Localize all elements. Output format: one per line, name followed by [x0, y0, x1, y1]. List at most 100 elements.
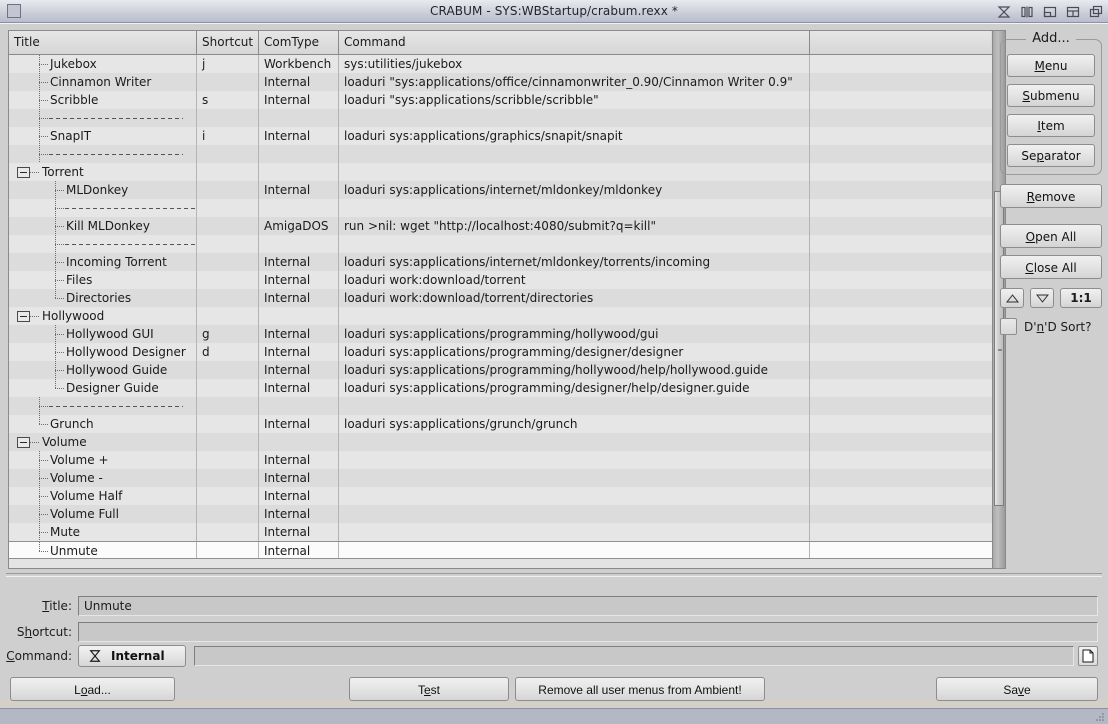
- item-title: Volume Full: [50, 507, 119, 521]
- tree-collapse-icon[interactable]: [17, 436, 30, 448]
- close-all-button[interactable]: Close All: [1000, 255, 1102, 279]
- table-row[interactable]: Hollywood: [9, 307, 992, 325]
- cell-pad: [810, 145, 991, 163]
- column-header-comtype[interactable]: ComType: [259, 31, 339, 54]
- tree-connector: [31, 91, 49, 109]
- cell-comtype: Internal: [259, 271, 339, 289]
- cell-title: Scribble: [9, 91, 197, 109]
- table-row[interactable]: [9, 145, 992, 163]
- cell-title: Hollywood GUI: [9, 325, 197, 343]
- add-submenu-button[interactable]: Submenu: [1007, 84, 1095, 107]
- column-header-title[interactable]: Title: [9, 31, 197, 54]
- main-panel: Title Shortcut ComType Command Jukebox j Work…: [0, 23, 1108, 724]
- command-input[interactable]: [194, 646, 1074, 666]
- remove-all-menus-button[interactable]: Remove all user menus from Ambient!: [515, 677, 765, 701]
- table-row[interactable]: [9, 109, 992, 127]
- command-file-picker-button[interactable]: [1078, 646, 1098, 666]
- table-row[interactable]: Grunch Internal loaduri sys:applications/g…: [9, 415, 992, 433]
- item-title: Cinnamon Writer: [50, 75, 152, 89]
- cell-title: [9, 145, 197, 163]
- table-row[interactable]: Designer Guide Internal loaduri sys:applic…: [9, 379, 992, 397]
- cell-command: [339, 523, 810, 541]
- table-row[interactable]: Incoming Torrent Internal loaduri sys:appl…: [9, 253, 992, 271]
- test-button[interactable]: Test: [349, 677, 509, 701]
- dnd-sort-row: D'n'D Sort?: [1000, 318, 1102, 335]
- tree-connector: [31, 451, 49, 469]
- table-row[interactable]: Scribble s Internal loaduri "sys:applicatio…: [9, 91, 992, 109]
- resize-grip-icon[interactable]: [1095, 712, 1105, 722]
- ratio-button[interactable]: 1:1: [1060, 288, 1102, 308]
- snapshot-gadget[interactable]: [1019, 4, 1035, 20]
- cell-shortcut: [197, 523, 259, 541]
- item-title: Directories: [66, 291, 132, 305]
- tree-connector: [31, 505, 49, 523]
- table-row[interactable]: Directories Internal loaduri work:download…: [9, 289, 992, 307]
- table-row[interactable]: Cinnamon Writer Internal loaduri "sys:appl…: [9, 73, 992, 91]
- table-row[interactable]: Files Internal loaduri work:download/torre…: [9, 271, 992, 289]
- cell-command: [339, 235, 810, 253]
- table-row[interactable]: Mute Internal: [9, 523, 992, 541]
- cell-pad: [810, 379, 991, 397]
- tree-collapse-icon[interactable]: [17, 310, 30, 322]
- cell-pad: [810, 415, 991, 433]
- add-menu-button[interactable]: Menu: [1007, 54, 1095, 77]
- remove-button[interactable]: Remove: [1000, 184, 1102, 208]
- table-row[interactable]: [9, 235, 992, 253]
- table-row[interactable]: Volume Half Internal: [9, 487, 992, 505]
- load-button[interactable]: Load...: [10, 677, 175, 701]
- cell-pad: [810, 361, 991, 379]
- cell-pad: [810, 307, 991, 325]
- cell-comtype: Internal: [259, 469, 339, 487]
- column-header-shortcut[interactable]: Shortcut: [197, 31, 259, 54]
- add-item-button[interactable]: Item: [1007, 114, 1095, 137]
- table-row[interactable]: Hollywood GUI g Internal loaduri sys:applic…: [9, 325, 992, 343]
- table-row[interactable]: Unmute Internal: [9, 541, 992, 559]
- table-row[interactable]: SnapIT i Internal loaduri sys:applications/…: [9, 127, 992, 145]
- table-row[interactable]: Volume + Internal: [9, 451, 992, 469]
- tree-collapse-icon[interactable]: [17, 166, 30, 178]
- detail-form: Title: Unmute Shortcut: Command: Interna…: [0, 573, 1108, 669]
- cell-shortcut: [197, 361, 259, 379]
- file-icon: [1082, 649, 1094, 663]
- iconify-gadget[interactable]: [996, 4, 1012, 20]
- dnd-sort-checkbox[interactable]: [1000, 318, 1017, 335]
- open-all-button[interactable]: Open All: [1000, 224, 1102, 248]
- maximize-gadget[interactable]: [1065, 4, 1081, 20]
- table-row[interactable]: Torrent: [9, 163, 992, 181]
- cell-comtype: Internal: [259, 487, 339, 505]
- table-row[interactable]: Volume: [9, 433, 992, 451]
- table-row[interactable]: Volume Full Internal: [9, 505, 992, 523]
- cell-shortcut: [197, 181, 259, 199]
- table-row[interactable]: Hollywood Guide Internal loaduri sys:appli…: [9, 361, 992, 379]
- tree-connector: [31, 415, 49, 433]
- tree-connector: [47, 343, 65, 361]
- save-button[interactable]: Save: [936, 677, 1098, 701]
- item-title: Hollywood Guide: [66, 363, 168, 377]
- table-row[interactable]: Jukebox j Workbench sys:utilities/jukebox: [9, 55, 992, 73]
- table-row[interactable]: Volume - Internal: [9, 469, 992, 487]
- table-row[interactable]: Hollywood Designer d Internal loaduri sys:a…: [9, 343, 992, 361]
- list-body[interactable]: Jukebox j Workbench sys:utilities/jukebox Ci…: [9, 55, 992, 568]
- window-gadget-group: [996, 2, 1104, 21]
- sidebar: Add... Menu Submenu Item Separator Remov…: [1000, 30, 1102, 335]
- move-down-button[interactable]: [1030, 288, 1054, 308]
- tree-connector: [47, 361, 65, 379]
- table-row[interactable]: Kill MLDonkey AmigaDOS run >nil: wget "htt…: [9, 217, 992, 235]
- table-row[interactable]: [9, 199, 992, 217]
- shortcut-input[interactable]: [78, 622, 1098, 642]
- add-separator-button[interactable]: Separator: [1007, 144, 1095, 167]
- zoom-gadget[interactable]: [1042, 4, 1058, 20]
- cell-comtype: [259, 145, 339, 163]
- title-input[interactable]: Unmute: [78, 596, 1098, 616]
- depth-gadget[interactable]: [1088, 4, 1104, 20]
- move-up-button[interactable]: [1000, 288, 1024, 308]
- column-header-command[interactable]: Command: [339, 31, 810, 54]
- command-type-button[interactable]: Internal: [78, 645, 186, 667]
- item-title: Mute: [50, 525, 81, 539]
- table-row[interactable]: MLDonkey Internal loaduri sys:applications…: [9, 181, 992, 199]
- cell-title: Mute: [9, 523, 197, 541]
- item-title: Files: [66, 273, 93, 287]
- cell-shortcut: [197, 199, 259, 217]
- column-header-pad[interactable]: [810, 31, 991, 54]
- table-row[interactable]: [9, 397, 992, 415]
